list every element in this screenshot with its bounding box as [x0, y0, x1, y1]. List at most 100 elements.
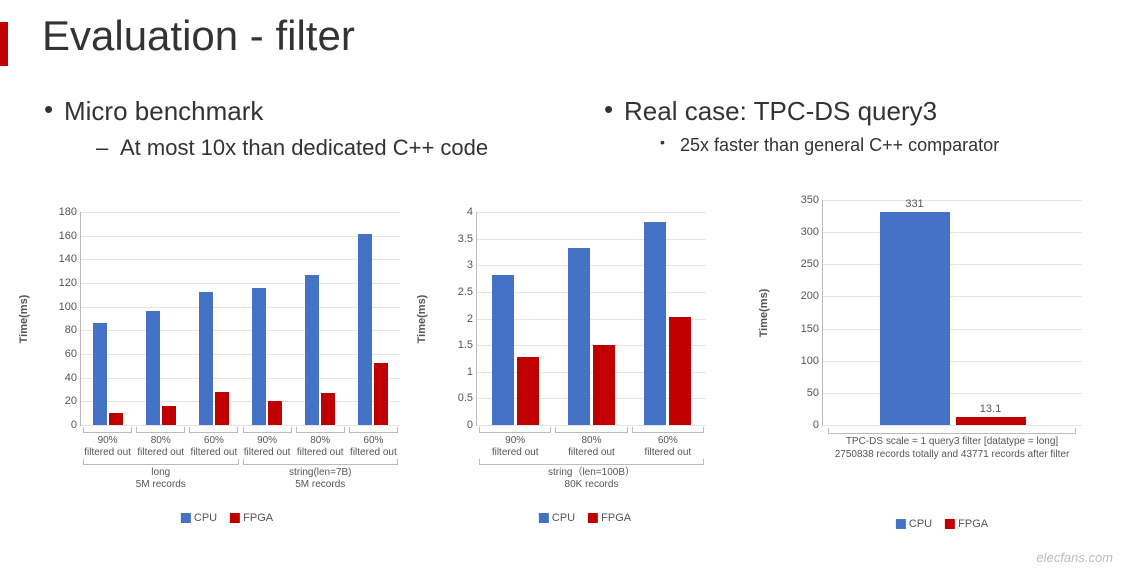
bar-cpu — [93, 323, 107, 425]
legend-swatch-cpu — [896, 519, 906, 529]
bar-label: 331 — [905, 198, 923, 212]
bar-fpga — [669, 317, 691, 425]
y-tick: 160 — [59, 230, 81, 242]
chart3-ylabel: Time(ms) — [758, 289, 770, 338]
chart3-legend: CPU FPGA — [896, 518, 988, 530]
bar-fpga: 13.1 — [956, 417, 1026, 425]
chart3-footer-line: 2750838 records totally and 43771 record… — [822, 449, 1082, 462]
bar-cpu — [568, 248, 590, 425]
bar-cpu — [252, 288, 266, 425]
legend-cpu-label: CPU — [552, 512, 575, 524]
bar-cpu — [358, 234, 372, 425]
bar-cpu — [492, 275, 514, 425]
grid-line — [823, 361, 1082, 362]
y-tick: 1.5 — [458, 339, 477, 351]
bar-fpga — [593, 345, 615, 425]
bar-fpga — [321, 393, 335, 425]
grid-line — [477, 265, 706, 266]
x-category: 60%filtered out — [632, 425, 704, 458]
y-tick: 80 — [65, 324, 81, 336]
bar-fpga — [215, 392, 229, 425]
bar-cpu — [199, 292, 213, 425]
y-tick: 2 — [467, 313, 477, 325]
x-category: 60%filtered out — [349, 425, 398, 458]
right-column: Real case: TPC-DS query3 25x faster than… — [600, 96, 1100, 156]
grid-line — [81, 378, 400, 379]
grid-line — [477, 239, 706, 240]
chart1-legend: CPU FPGA — [181, 512, 273, 524]
x-group: string(len=7B)5M records — [243, 459, 399, 490]
y-tick: 350 — [801, 194, 823, 206]
legend-cpu-label: CPU — [909, 518, 932, 530]
chart2-legend: CPU FPGA — [539, 512, 631, 524]
x-category: 80%filtered out — [136, 425, 185, 458]
x-category: 80%filtered out — [555, 425, 627, 458]
legend-swatch-cpu — [181, 513, 191, 523]
x-group: string（len=100B）80K records — [479, 459, 704, 490]
y-tick: 0.5 — [458, 392, 477, 404]
grid-line — [81, 259, 400, 260]
accent-bar — [0, 22, 8, 66]
bar-fpga — [162, 406, 176, 425]
chart1-ylabel: Time(ms) — [18, 295, 30, 344]
x-category: 90%filtered out — [243, 425, 292, 458]
grid-line — [477, 212, 706, 213]
chart1-plot: 02040608010012014016018090%filtered out8… — [80, 212, 400, 426]
y-tick: 200 — [801, 290, 823, 302]
chart-micro-long-string: Time(ms) 02040608010012014016018090%filt… — [52, 212, 402, 426]
y-tick: 2.5 — [458, 286, 477, 298]
legend-fpga-label: FPGA — [958, 518, 988, 530]
y-tick: 50 — [807, 387, 823, 399]
y-tick: 40 — [65, 372, 81, 384]
y-tick: 60 — [65, 348, 81, 360]
y-tick: 3 — [467, 259, 477, 271]
grid-line — [823, 264, 1082, 265]
legend-swatch-cpu — [539, 513, 549, 523]
grid-line — [81, 212, 400, 213]
legend-fpga-label: FPGA — [601, 512, 631, 524]
y-tick: 250 — [801, 258, 823, 270]
chart3-footer-line: TPC-DS scale = 1 query3 filter [datatype… — [822, 436, 1082, 449]
grid-line — [823, 393, 1082, 394]
chart3-plot: 05010015020025030035033113.1 — [822, 200, 1082, 426]
right-subheading: 25x faster than general C++ comparator — [600, 135, 1100, 156]
y-tick: 180 — [59, 206, 81, 218]
y-tick: 120 — [59, 277, 81, 289]
chart2-plot: 00.511.522.533.5490%filtered out80%filte… — [476, 212, 706, 426]
chart-tpcds: Time(ms) 05010015020025030035033113.1 TP… — [792, 200, 1092, 426]
grid-line — [81, 307, 400, 308]
chart3-xaxis: TPC-DS scale = 1 query3 filter [datatype… — [822, 426, 1082, 461]
y-tick: 150 — [801, 323, 823, 335]
y-tick: 300 — [801, 226, 823, 238]
grid-line — [81, 236, 400, 237]
bar-fpga — [374, 363, 388, 425]
bar-cpu — [644, 222, 666, 425]
legend-swatch-fpga — [230, 513, 240, 523]
bar-fpga — [268, 401, 282, 425]
y-tick: 0 — [467, 419, 477, 431]
y-tick: 4 — [467, 206, 477, 218]
grid-line — [81, 354, 400, 355]
y-tick: 0 — [71, 419, 81, 431]
watermark: elecfans.com — [1036, 550, 1113, 565]
grid-line — [81, 283, 400, 284]
legend-swatch-fpga — [588, 513, 598, 523]
x-category: 60%filtered out — [189, 425, 238, 458]
x-category: 90%filtered out — [479, 425, 551, 458]
bar-fpga — [517, 357, 539, 425]
slide-title: Evaluation - filter — [42, 12, 355, 60]
y-tick: 20 — [65, 395, 81, 407]
y-tick: 3.5 — [458, 233, 477, 245]
grid-line — [823, 200, 1082, 201]
y-tick: 100 — [801, 355, 823, 367]
y-tick: 1 — [467, 366, 477, 378]
bar-fpga — [109, 413, 123, 425]
grid-line — [823, 296, 1082, 297]
legend-cpu-label: CPU — [194, 512, 217, 524]
chart2-ylabel: Time(ms) — [416, 295, 428, 344]
x-category: 90%filtered out — [83, 425, 132, 458]
grid-line — [81, 330, 400, 331]
left-subheading: At most 10x than dedicated C++ code — [40, 135, 560, 161]
y-tick: 140 — [59, 253, 81, 265]
x-category: 80%filtered out — [296, 425, 345, 458]
